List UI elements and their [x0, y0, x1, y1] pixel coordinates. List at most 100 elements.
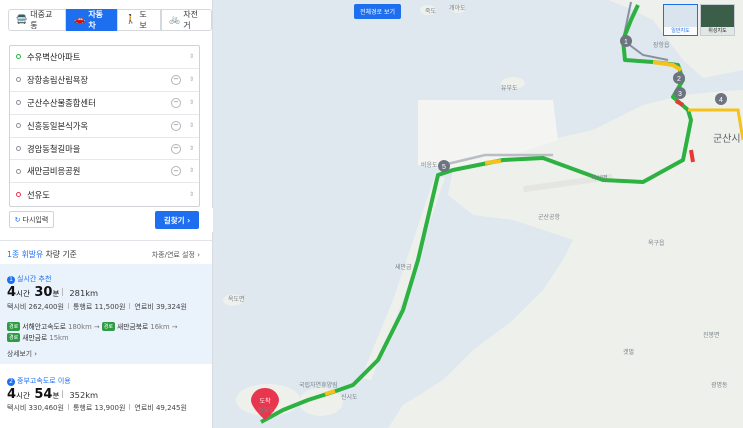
- fuel-cost: 연료비 49,245원: [134, 404, 187, 412]
- hours-unit: 시간: [16, 391, 30, 400]
- drag-handle-icon[interactable]: ⇕: [189, 168, 194, 174]
- tab-transit[interactable]: 🚍 대중교통: [8, 9, 67, 31]
- taxi-fare: 택시비 262,400원: [7, 303, 64, 311]
- remove-waypoint-icon[interactable]: −: [171, 97, 181, 108]
- map-type-satellite[interactable]: 위성지도: [700, 4, 735, 36]
- road-tag: 경로: [7, 333, 21, 342]
- map-label: 광명동: [711, 382, 728, 389]
- map-label: 선유도: [258, 407, 275, 414]
- waypoint-via-5[interactable]: 새만금비응공원 − ⇕: [10, 160, 199, 184]
- map-label: 진봉면: [703, 332, 720, 339]
- via-dot-icon: [16, 146, 21, 151]
- divider: [67, 303, 69, 309]
- map-label: 새만금: [395, 264, 412, 271]
- route-details-link[interactable]: 상세보기 ›: [7, 348, 37, 358]
- divider: [129, 404, 131, 410]
- arrow-right-icon: →: [93, 323, 100, 331]
- tab-car[interactable]: 🚗 자동차: [66, 9, 118, 31]
- taxi-fare: 택시비 330,460원: [7, 404, 64, 412]
- waypoint-marker-3[interactable]: 3: [674, 87, 686, 99]
- vehicle-settings-label: 차종/연료 설정: [151, 251, 195, 259]
- waypoint-label: 새만금비응공원: [27, 166, 81, 177]
- search-route-button[interactable]: 길찾기 ›: [155, 211, 199, 229]
- tab-walk-label: 도보: [139, 10, 147, 30]
- waypoint-marker-label: 2: [677, 76, 681, 83]
- waypoint-via-2[interactable]: 군산수산물종합센터 − ⇕: [10, 92, 199, 115]
- road-distance: 15km: [49, 334, 69, 342]
- route-title-text: 중부고속도로 이용: [17, 377, 71, 385]
- full-route-button[interactable]: 전체경로 보기: [354, 4, 401, 19]
- reset-label: 다시입력: [22, 215, 49, 224]
- map-label: 유부도: [501, 85, 518, 92]
- tab-walk[interactable]: 🚶 도보: [117, 9, 161, 31]
- route-number-badge: 2: [7, 378, 15, 386]
- waypoint-list: 수유벽산아파트 ⇕ 장항송림산림욕장 − ⇕ 군산수산물종합센터 − ⇕ 신흥동…: [9, 45, 200, 208]
- waypoint-start[interactable]: 수유벽산아파트 ⇕: [10, 46, 199, 69]
- chevron-right-icon: ›: [197, 251, 200, 259]
- map-canvas[interactable]: 1 2 3 4 5 도착 옥서면 옥구읍 군산시 군산공항 새만금 신시도 선유…: [213, 0, 743, 428]
- chevron-right-icon: ›: [184, 215, 191, 225]
- walk-icon: 🚶: [125, 15, 137, 25]
- route-details-label: 상세보기: [7, 350, 33, 358]
- remove-waypoint-icon[interactable]: −: [171, 143, 181, 154]
- map-label: 국립자연휴양림: [299, 382, 338, 389]
- tab-car-label: 자동차: [88, 10, 104, 30]
- fuel-type: 1종 휘발유: [7, 250, 44, 259]
- waypoint-via-4[interactable]: 경암동철길마을 − ⇕: [10, 138, 199, 161]
- waypoint-marker-2[interactable]: 2: [673, 72, 685, 84]
- via-dot-icon: [16, 77, 21, 83]
- drag-handle-icon[interactable]: ⇕: [189, 145, 194, 152]
- tab-bicycle[interactable]: 🚲 자전거: [161, 9, 212, 31]
- refresh-icon: ↻: [14, 215, 21, 224]
- search-route-label: 길찾기: [163, 215, 185, 225]
- route-distance: 281km: [69, 288, 99, 298]
- route-option-1[interactable]: 1 실시간 추천 4시간 30분 281km 택시비 262,400원 통행료 11,…: [0, 264, 212, 364]
- waypoint-via-1[interactable]: 장항송림산림욕장 − ⇕: [10, 69, 199, 92]
- remove-waypoint-icon[interactable]: −: [171, 120, 181, 131]
- waypoint-label: 경암동철길마을: [27, 143, 81, 154]
- drag-handle-icon[interactable]: ⇕: [189, 53, 194, 60]
- route-roads-line-1: 경로 서해안고속도로 180km → 경로 새만금북로 16km →: [7, 321, 177, 331]
- map-type-normal[interactable]: 일반지도: [663, 4, 698, 36]
- divider: [62, 390, 64, 398]
- full-route-label: 전체경로 보기: [359, 9, 396, 16]
- road-name: 서해안고속도로: [22, 323, 66, 331]
- drag-handle-icon[interactable]: ⇕: [189, 99, 194, 106]
- drag-handle-icon[interactable]: ⇕: [189, 191, 194, 198]
- waypoint-marker-label: 4: [719, 97, 723, 104]
- map-label: 죽도: [425, 8, 437, 15]
- chevron-right-icon: ›: [34, 350, 37, 358]
- vehicle-settings-link[interactable]: 차종/연료 설정 ›: [152, 250, 200, 260]
- map-label: 신시도: [341, 394, 358, 401]
- waypoint-via-3[interactable]: 신흥동일본식가옥 − ⇕: [10, 115, 199, 138]
- waypoint-marker-5[interactable]: 5: [438, 160, 450, 172]
- divider: [62, 288, 64, 296]
- waypoint-marker-4[interactable]: 4: [715, 93, 727, 105]
- arrow-right-icon: →: [171, 323, 178, 331]
- waypoint-end[interactable]: 선유도 ⇕: [10, 183, 199, 206]
- route-number-badge: 1: [7, 276, 15, 284]
- route-slow-segment: [484, 159, 502, 165]
- map-type-label: 위성지도: [701, 27, 734, 35]
- via-dot-icon: [16, 123, 21, 129]
- reset-button[interactable]: ↻ 다시입력: [9, 211, 54, 228]
- road-tag: 경로: [101, 322, 115, 331]
- waypoint-marker-1[interactable]: 1: [620, 35, 632, 47]
- directions-panel: 🚍 대중교통 🚗 자동차 🚶 도보 🚲 자전거 수유벽산아파트 ⇕ 장항송림산림…: [0, 0, 213, 428]
- remove-waypoint-icon[interactable]: −: [171, 166, 181, 177]
- road-name: 새만금북로: [116, 323, 149, 331]
- hours: 4: [7, 387, 17, 402]
- route-title: 2 중부고속도로 이용: [7, 376, 71, 386]
- drag-handle-icon[interactable]: ⇕: [189, 76, 194, 83]
- route-option-2[interactable]: 2 중부고속도로 이용 4시간 54분 352km 택시비 330,460원 통행료 …: [0, 367, 212, 428]
- map-type-label: 일반지도: [664, 27, 697, 35]
- fuel-basis: 1종 휘발유 차량 기준: [7, 249, 77, 260]
- minutes: 54: [34, 387, 53, 402]
- route-costs: 택시비 262,400원 통행료 11,500원 연료비 39,324원: [7, 302, 187, 312]
- fuel-basis-suffix: 차량 기준: [43, 250, 77, 259]
- drag-handle-icon[interactable]: ⇕: [189, 122, 194, 129]
- map-label: 장항읍: [653, 42, 670, 49]
- remove-waypoint-icon[interactable]: −: [171, 74, 181, 85]
- route-distance: 352km: [69, 390, 99, 400]
- end-dot-icon: [16, 192, 21, 198]
